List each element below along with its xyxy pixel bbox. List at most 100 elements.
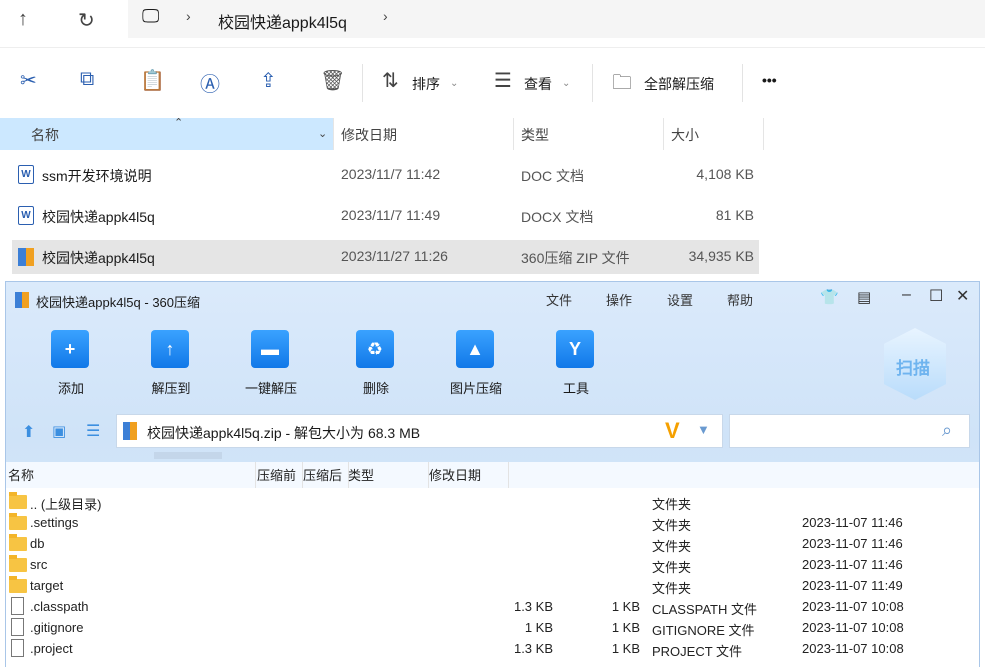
search-icon[interactable]: ⌕ xyxy=(942,420,952,441)
tool-delete-button[interactable]: ♻ 删除 xyxy=(331,322,421,402)
archive-row[interactable]: .. (上级目录) 文件夹 xyxy=(6,492,979,513)
file-date: 2023/11/27 11:26 xyxy=(341,248,448,264)
column-name[interactable]: 名称 xyxy=(8,465,34,484)
tool-one-click-extract-button[interactable]: ▬ 一键解压 xyxy=(226,322,316,402)
rename-icon[interactable]: Ⓐ xyxy=(200,68,220,97)
chevron-right-icon[interactable]: › xyxy=(383,8,388,24)
archive-row[interactable]: src 文件夹 2023-11-07 11:46 xyxy=(6,555,979,576)
entry-size-after: 1 KB xyxy=(611,620,640,635)
up-arrow-icon[interactable]: ↑ xyxy=(18,8,28,31)
folder-icon xyxy=(9,513,27,530)
entry-type: 文件夹 xyxy=(652,581,692,596)
entry-name: .gitignore xyxy=(30,620,84,635)
copy-icon[interactable]: ⧉ xyxy=(80,68,94,91)
tool-label: 解压到 xyxy=(151,381,191,396)
file-name: 校园快递appk4l5q xyxy=(42,250,155,266)
close-button[interactable]: ✕ xyxy=(956,286,969,306)
entry-type: 文件夹 xyxy=(652,560,692,575)
archive-row[interactable]: .gitignore 1 KB 1 KB GITIGNORE 文件 2023-1… xyxy=(6,618,979,639)
one-click-extract-icon: ▬ xyxy=(251,330,289,368)
archive-row[interactable]: .classpath 1.3 KB 1 KB CLASSPATH 文件 2023… xyxy=(6,597,979,618)
archive-row[interactable]: db 文件夹 2023-11-07 11:46 xyxy=(6,534,979,555)
menu-operate[interactable]: 操作 xyxy=(606,290,632,309)
file-row[interactable]: W ssm开发环境说明 2023/11/7 11:42 DOC 文档 4,108… xyxy=(12,158,759,192)
entry-size-before: 1 KB xyxy=(524,620,553,635)
cut-icon[interactable]: ✂ xyxy=(20,68,37,93)
maximize-button[interactable]: ☐ xyxy=(929,286,943,306)
column-type[interactable]: 类型 xyxy=(348,465,374,484)
column-date[interactable]: 修改日期 xyxy=(341,125,397,145)
column-type[interactable]: 类型 xyxy=(521,125,549,145)
tool-image-compress-button[interactable]: ▲ 图片压缩 xyxy=(431,322,521,402)
sort-button[interactable]: ⇅ 排序 ⌄ xyxy=(382,48,467,118)
paste-icon[interactable]: 📋 xyxy=(140,68,165,93)
share-icon[interactable]: ⇪ xyxy=(260,68,277,93)
explorer-toolbar: ✂ ⧉ 📋 Ⓐ ⇪ 🗑 ⇅ 排序 ⌄ ☰ 查看 ⌄ 🗀 全部解压缩 ••• xyxy=(0,48,985,118)
minimize-button[interactable]: – xyxy=(902,286,911,304)
more-options-icon[interactable]: ••• xyxy=(762,72,777,88)
column-size[interactable]: 大小 xyxy=(671,125,699,145)
search-input[interactable]: ⌕ xyxy=(729,414,970,448)
column-date[interactable]: 修改日期 xyxy=(429,465,481,484)
tool-label: 图片压缩 xyxy=(449,381,502,396)
archive-row[interactable]: target 文件夹 2023-11-07 11:49 xyxy=(6,576,979,597)
feedback-icon[interactable]: ▤ xyxy=(857,288,871,306)
zip-archive-icon xyxy=(18,248,34,266)
refresh-icon[interactable]: ↻ xyxy=(78,8,95,33)
column-name[interactable]: 名称 xyxy=(31,125,59,145)
column-before[interactable]: 压缩前 xyxy=(257,465,296,484)
file-date: 2023/11/7 11:49 xyxy=(341,207,441,223)
column-after[interactable]: 压缩后 xyxy=(303,465,342,484)
archive-row[interactable]: .settings 文件夹 2023-11-07 11:46 xyxy=(6,513,979,534)
entry-type: PROJECT 文件 xyxy=(652,644,743,659)
file-row[interactable]: W 校园快递appk4l5q 2023/11/7 11:49 DOCX 文档 8… xyxy=(12,199,759,233)
tool-label: 添加 xyxy=(57,381,84,396)
file-icon xyxy=(11,639,24,657)
list-view-icon[interactable]: ☰ xyxy=(86,421,100,441)
menu-settings[interactable]: 设置 xyxy=(667,290,693,309)
entry-type: 文件夹 xyxy=(652,497,692,512)
view-icon: ☰ xyxy=(494,70,512,92)
folder-extract-icon: 🗀 xyxy=(612,72,632,94)
breadcrumb-item[interactable]: 校园快递appk4l5q xyxy=(218,9,347,33)
tool-extract-to-button[interactable]: ↑ 解压到 xyxy=(126,322,216,402)
skin-icon[interactable]: 👕 xyxy=(820,288,839,306)
menu-file[interactable]: 文件 xyxy=(546,290,572,309)
entry-name: .project xyxy=(30,641,73,656)
scrollbar-thumb[interactable] xyxy=(154,452,222,459)
file-row[interactable]: 校园快递appk4l5q 2023/11/27 11:26 360压缩 ZIP … xyxy=(12,240,759,274)
computer-icon: 🖵 xyxy=(142,6,160,26)
file-name: 校园快递appk4l5q xyxy=(42,209,155,225)
list-header: 名称 压缩前 压缩后 类型 修改日期 xyxy=(6,462,979,488)
v-icon[interactable]: V xyxy=(665,418,680,444)
dropdown-icon[interactable]: ▼ xyxy=(697,422,710,437)
address-bar: ↑ ↻ 🖵 › 校园快递appk4l5q › xyxy=(0,0,985,48)
archive-row[interactable]: .project 1.3 KB 1 KB PROJECT 文件 2023-11-… xyxy=(6,639,979,660)
scan-button[interactable]: 扫描 xyxy=(884,328,946,400)
entry-size-before: 1.3 KB xyxy=(513,599,553,614)
chevron-down-icon[interactable]: ⌄ xyxy=(318,127,327,140)
up-level-icon[interactable]: ⬆ xyxy=(22,422,35,442)
entry-type: 文件夹 xyxy=(652,518,692,533)
360zip-window: 校园快递appk4l5q - 360压缩 文件 操作 设置 帮助 👕 ▤ – ☐… xyxy=(5,281,980,668)
menu-help[interactable]: 帮助 xyxy=(727,290,753,309)
entry-size-before: 1.3 KB xyxy=(513,641,553,656)
file-date: 2023/11/7 11:42 xyxy=(341,166,441,182)
zip-archive-icon xyxy=(123,422,137,440)
file-type: DOC 文档 xyxy=(521,168,584,184)
chevron-right-icon: › xyxy=(186,8,191,24)
path-bar[interactable]: 校园快递appk4l5q.zip - 解包大小为 68.3 MB V ▼ xyxy=(116,414,723,448)
entry-name: src xyxy=(30,557,48,572)
file-icon xyxy=(11,618,24,636)
breadcrumb[interactable]: 🖵 › 校园快递appk4l5q › xyxy=(128,0,985,38)
delete-icon[interactable]: 🗑 xyxy=(320,68,345,93)
tool-add-button[interactable]: + 添加 xyxy=(26,322,116,402)
thumbnail-view-icon[interactable]: ▣ xyxy=(52,422,66,440)
window-title: 校园快递appk4l5q - 360压缩 xyxy=(36,295,201,310)
tool-tools-button[interactable]: Y 工具 xyxy=(531,322,621,402)
entry-name: .. (上级目录) xyxy=(30,497,102,512)
extract-all-button[interactable]: 🗀 全部解压缩 xyxy=(612,48,732,118)
view-button[interactable]: ☰ 查看 ⌄ xyxy=(494,48,579,118)
archive-file-list: 名称 压缩前 压缩后 类型 修改日期 .. (上级目录) 文件夹 .settin… xyxy=(6,462,979,668)
entry-size-after: 1 KB xyxy=(611,599,640,614)
